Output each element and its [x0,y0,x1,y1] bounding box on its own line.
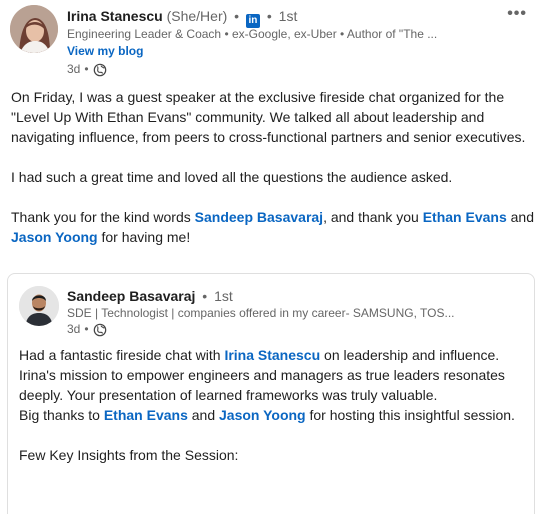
post-body: On Friday, I was a guest speaker at the … [11,87,536,267]
mention-sandeep-basavaraj[interactable]: Sandeep Basavaraj [195,209,323,225]
post-header: Irina Stanescu (She/Her) • in • 1st Engi… [10,5,535,81]
reshared-post[interactable]: Sandeep Basavaraj • 1st SDE | Technologi… [7,273,535,514]
separator-dot: • [266,8,272,24]
author-line: Irina Stanescu (She/Her) • in • 1st [67,8,297,28]
thanks-text: for having me! [97,229,191,245]
globe-icon [93,323,106,336]
reshared-author-avatar[interactable] [19,286,59,326]
reshared-paragraph-1: Had a fantastic fireside chat with Irina… [19,345,527,425]
thanks-text: Thank you for the kind words [11,209,195,225]
reshared-text: Had a fantastic fireside chat with [19,347,225,363]
mention-jason-yoong[interactable]: Jason Yoong [219,407,306,423]
thanks-text: , and thank you [323,209,423,225]
reshared-connection-degree: 1st [214,288,233,304]
reshared-timestamp: 3d • [67,322,107,337]
linkedin-icon: in [245,14,260,28]
reshared-author-headline: SDE | Technologist | companies offered i… [67,306,455,320]
post-paragraph-1: On Friday, I was a guest speaker at the … [11,89,526,145]
reshared-text: and [187,407,219,423]
thanks-text: and [510,209,534,225]
view-blog-link[interactable]: View my blog [67,44,143,59]
author-name[interactable]: Irina Stanescu [67,8,163,24]
more-options-icon[interactable]: ••• [507,5,527,23]
post-time: 3d [67,62,81,76]
connection-degree: 1st [278,8,298,24]
post-timestamp: 3d • [67,62,107,77]
post-thanks-paragraph: Thank you for the kind words Sandeep Bas… [11,207,536,247]
reshared-body: Had a fantastic fireside chat with Irina… [19,345,527,485]
mention-irina-stanescu[interactable]: Irina Stanescu [224,347,320,363]
reshared-author-name[interactable]: Sandeep Basavaraj [67,288,195,304]
author-pronouns: (She/Her) [166,8,228,24]
mention-ethan-evans[interactable]: Ethan Evans [104,407,188,423]
separator-dot: • [202,288,208,304]
reshared-text: Big thanks to [19,407,104,423]
reshared-paragraph-3: Few Key Insights from the Session: [19,447,239,463]
author-avatar[interactable] [10,5,58,53]
separator-dot: • [234,8,240,24]
reshared-author-line: Sandeep Basavaraj • 1st [67,288,233,305]
author-headline: Engineering Leader & Coach • ex-Google, … [67,27,438,41]
post-paragraph-2: I had such a great time and loved all th… [11,169,453,185]
separator-dot: • [84,322,89,336]
mention-jason-yoong[interactable]: Jason Yoong [11,229,98,245]
separator-dot: • [84,62,89,76]
mention-ethan-evans[interactable]: Ethan Evans [423,209,507,225]
reshared-time: 3d [67,322,81,336]
globe-icon [93,63,106,76]
reshared-text: for hosting this insightful session. [305,407,515,423]
